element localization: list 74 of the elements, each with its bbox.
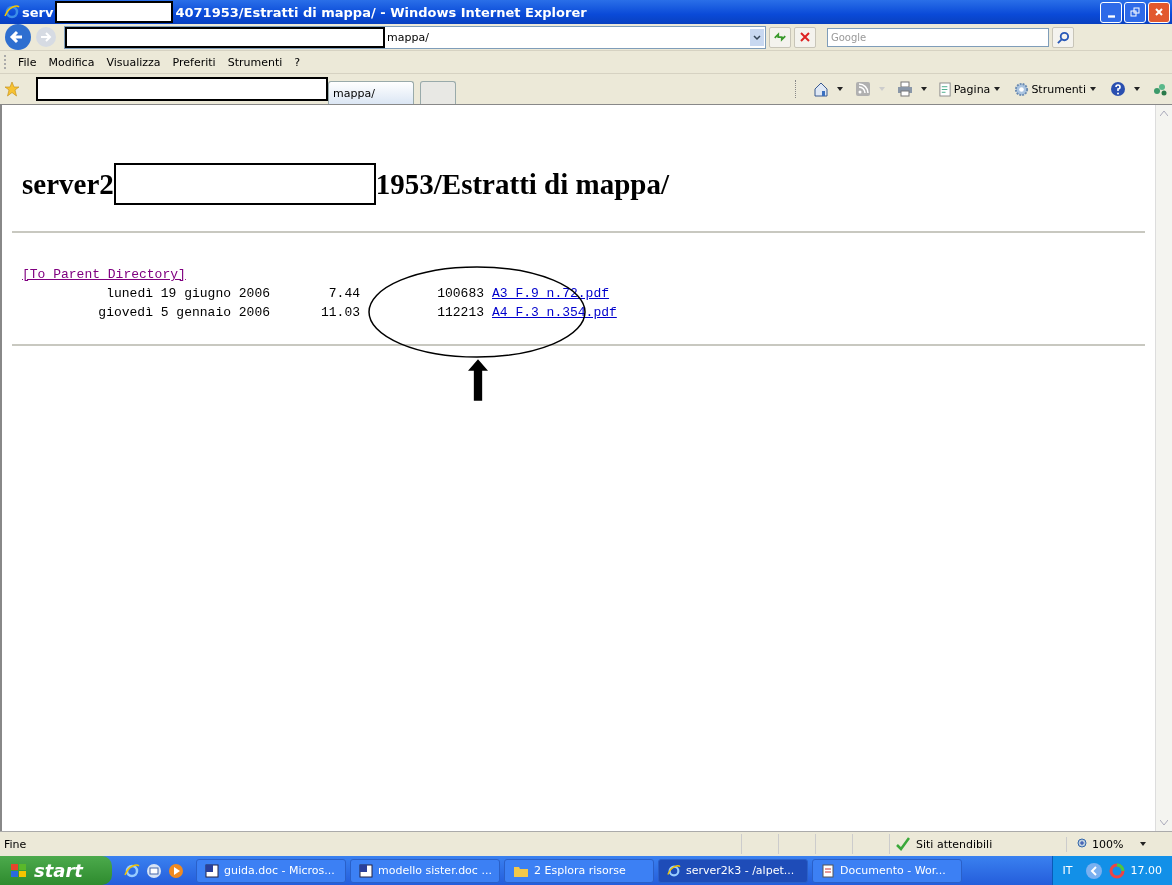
zoom-icon [1077, 838, 1089, 850]
minimize-button[interactable] [1100, 1, 1122, 23]
stop-button[interactable] [794, 26, 816, 48]
windows-flag-icon [10, 862, 28, 879]
zoom-button[interactable]: 100% [1066, 836, 1172, 852]
browser-tab[interactable]: mappa/ [328, 81, 414, 104]
stop-icon [799, 31, 811, 43]
page-heading: server2 [22, 167, 114, 201]
file-date: lunedì 19 giugno 2006 [105, 285, 270, 303]
restore-icon [1130, 7, 1140, 17]
file-size: 100683 [436, 285, 484, 303]
security-zone: Siti attendibili [916, 837, 993, 851]
menu-item[interactable]: Strumenti [223, 55, 291, 69]
menu-item[interactable]: ? [290, 55, 309, 69]
browser-logo-icon [667, 863, 681, 878]
page-menu-button[interactable]: Pagina [936, 81, 1009, 97]
taskbar-button[interactable]: modello sister.doc ... [350, 858, 500, 883]
caret-icon [1090, 87, 1096, 91]
tools-menu-button[interactable]: Strumenti [1012, 81, 1104, 97]
address-field[interactable]: mappa/ [64, 25, 766, 49]
help-icon[interactable] [1110, 81, 1126, 97]
taskbar-button[interactable]: guida.doc - Micros... [196, 858, 346, 883]
page-heading: 1953/Estratti di mappa/ [375, 167, 670, 201]
menu-item[interactable]: File [14, 55, 45, 69]
close-icon [1154, 7, 1164, 17]
status-text: Fine [3, 837, 27, 851]
media-player-icon[interactable] [168, 862, 184, 879]
clock: 17.00 [1130, 864, 1162, 877]
caret-icon[interactable] [1134, 87, 1140, 91]
taskbar-button[interactable]: 2 Esplora risorse [504, 858, 654, 883]
start-button[interactable]: start [0, 856, 112, 885]
file-time: 7.44 [327, 285, 360, 303]
taskbar-button[interactable]: server2k3 - /alpet... [658, 858, 808, 883]
restore-button[interactable] [1124, 1, 1146, 23]
caret-icon [1140, 842, 1147, 846]
window-title: serv [22, 4, 54, 20]
document-icon [359, 863, 373, 878]
document-icon [205, 863, 219, 878]
caret-icon[interactable] [836, 87, 843, 91]
favorites-star-icon[interactable] [4, 81, 20, 97]
document-icon [821, 863, 835, 878]
browser-logo-icon [4, 4, 20, 20]
file-date: giovedì 5 gennaio 2006 [97, 304, 270, 322]
mail-icon[interactable] [146, 862, 162, 879]
minimize-icon [1107, 14, 1115, 18]
ring-icon[interactable] [1108, 862, 1125, 879]
menu-item[interactable]: Preferiti [168, 55, 224, 69]
chevron-icon[interactable] [1084, 861, 1103, 880]
annotation-arrow [468, 357, 488, 403]
caret-icon[interactable] [920, 87, 927, 91]
research-icon[interactable] [1152, 81, 1168, 97]
close-button[interactable] [1148, 1, 1170, 23]
file-time: 11.03 [320, 304, 360, 322]
url-text: mappa/ [387, 30, 429, 44]
printer-icon[interactable] [896, 81, 913, 97]
search-field[interactable]: Google [827, 27, 1049, 47]
caret-icon [994, 87, 1001, 91]
menu-item[interactable]: Visualizza [102, 55, 169, 69]
gear-icon [1014, 81, 1030, 97]
check-icon [896, 837, 910, 851]
window-title: 4071953/Estratti di mappa/ - Windows Internet Explorer [175, 4, 587, 20]
page-icon [938, 81, 952, 97]
back-button[interactable] [4, 23, 32, 51]
search-button[interactable] [1052, 26, 1074, 48]
menu-item[interactable]: Modifica [44, 55, 103, 69]
browser-logo-icon[interactable] [124, 862, 140, 879]
parent-directory-link[interactable]: [To Parent Directory] [22, 265, 186, 284]
file-size: 112213 [436, 304, 484, 322]
dropdown-caret-icon[interactable] [750, 28, 764, 46]
refresh-icon [773, 30, 787, 44]
home-icon[interactable] [812, 81, 829, 97]
refresh-button[interactable] [769, 26, 791, 48]
taskbar-button[interactable]: Documento - Wor... [812, 858, 962, 883]
search-icon [1056, 30, 1070, 44]
